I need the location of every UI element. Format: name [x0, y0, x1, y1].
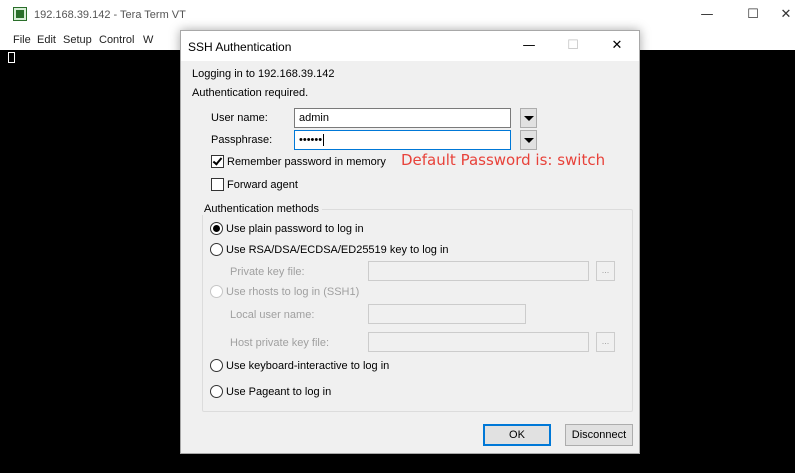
- ok-button[interactable]: OK: [483, 424, 551, 446]
- forward-agent-checkbox[interactable]: [211, 178, 224, 191]
- pageant-radio[interactable]: [210, 385, 223, 398]
- pageant-label[interactable]: Use Pageant to log in: [226, 386, 331, 398]
- main-window-title: 192.168.39.142 - Tera Term VT: [34, 9, 186, 21]
- teraterm-app-icon: [13, 7, 27, 21]
- rhosts-radio: [210, 285, 223, 298]
- logging-in-text: Logging in to 192.168.39.142: [192, 68, 335, 80]
- plain-password-label[interactable]: Use plain password to log in: [226, 223, 364, 235]
- dialog-close-button[interactable]: ✕: [595, 33, 639, 59]
- keyboard-interactive-radio[interactable]: [210, 359, 223, 372]
- window-right-edge: [795, 50, 803, 473]
- username-dropdown-button[interactable]: [520, 108, 537, 128]
- text-caret: [323, 134, 325, 147]
- plain-password-radio[interactable]: [210, 222, 223, 235]
- passphrase-value: ••••••: [299, 134, 323, 146]
- passphrase-label: Passphrase:: [211, 134, 273, 146]
- menu-setup[interactable]: Setup: [63, 34, 92, 46]
- menu-window[interactable]: W: [143, 34, 153, 46]
- dialog-minimize-button[interactable]: —: [507, 33, 551, 59]
- passphrase-dropdown-button[interactable]: [520, 130, 537, 150]
- menu-file[interactable]: File: [13, 34, 31, 46]
- dialog-maximize-button: ☐: [567, 38, 579, 53]
- rhosts-label: Use rhosts to log in (SSH1): [226, 286, 360, 298]
- rsa-key-label[interactable]: Use RSA/DSA/ECDSA/ED25519 key to log in: [226, 244, 449, 256]
- rsa-key-radio[interactable]: [210, 243, 223, 256]
- dialog-title: SSH Authentication: [188, 40, 292, 54]
- username-field[interactable]: admin: [294, 108, 511, 128]
- local-user-field: [368, 304, 526, 324]
- main-titlebar: 192.168.39.142 - Tera Term VT — ☐ ✕: [0, 0, 803, 30]
- menu-edit[interactable]: Edit: [37, 34, 56, 46]
- local-user-label: Local user name:: [230, 309, 315, 321]
- private-key-label: Private key file:: [230, 266, 305, 278]
- close-button[interactable]: ✕: [763, 2, 803, 28]
- forward-agent-label[interactable]: Forward agent: [227, 179, 298, 191]
- checkmark-icon: [212, 155, 223, 166]
- passphrase-field[interactable]: ••••••: [294, 130, 511, 150]
- terminal-cursor: [8, 52, 15, 63]
- ssh-authentication-dialog: SSH Authentication — ☐ ✕ Logging in to 1…: [180, 30, 640, 454]
- keyboard-interactive-label[interactable]: Use keyboard-interactive to log in: [226, 360, 389, 372]
- username-label: User name:: [211, 112, 268, 124]
- auth-methods-legend: Authentication methods: [201, 203, 322, 215]
- default-password-annotation: Default Password is: switch: [401, 151, 606, 169]
- private-key-browse-button: ...: [596, 261, 615, 281]
- remember-password-label[interactable]: Remember password in memory: [227, 156, 386, 168]
- minimize-button[interactable]: —: [684, 2, 730, 28]
- private-key-field: [368, 261, 589, 281]
- auth-required-text: Authentication required.: [192, 87, 309, 99]
- menu-control[interactable]: Control: [99, 34, 134, 46]
- disconnect-button[interactable]: Disconnect: [565, 424, 633, 446]
- host-key-browse-button: ...: [596, 332, 615, 352]
- radio-selected-dot: [213, 225, 220, 232]
- username-value: admin: [299, 112, 329, 124]
- dialog-titlebar: SSH Authentication — ☐ ✕: [181, 31, 639, 61]
- remember-password-checkbox[interactable]: [211, 155, 224, 168]
- host-key-label: Host private key file:: [230, 337, 330, 349]
- host-key-field: [368, 332, 589, 352]
